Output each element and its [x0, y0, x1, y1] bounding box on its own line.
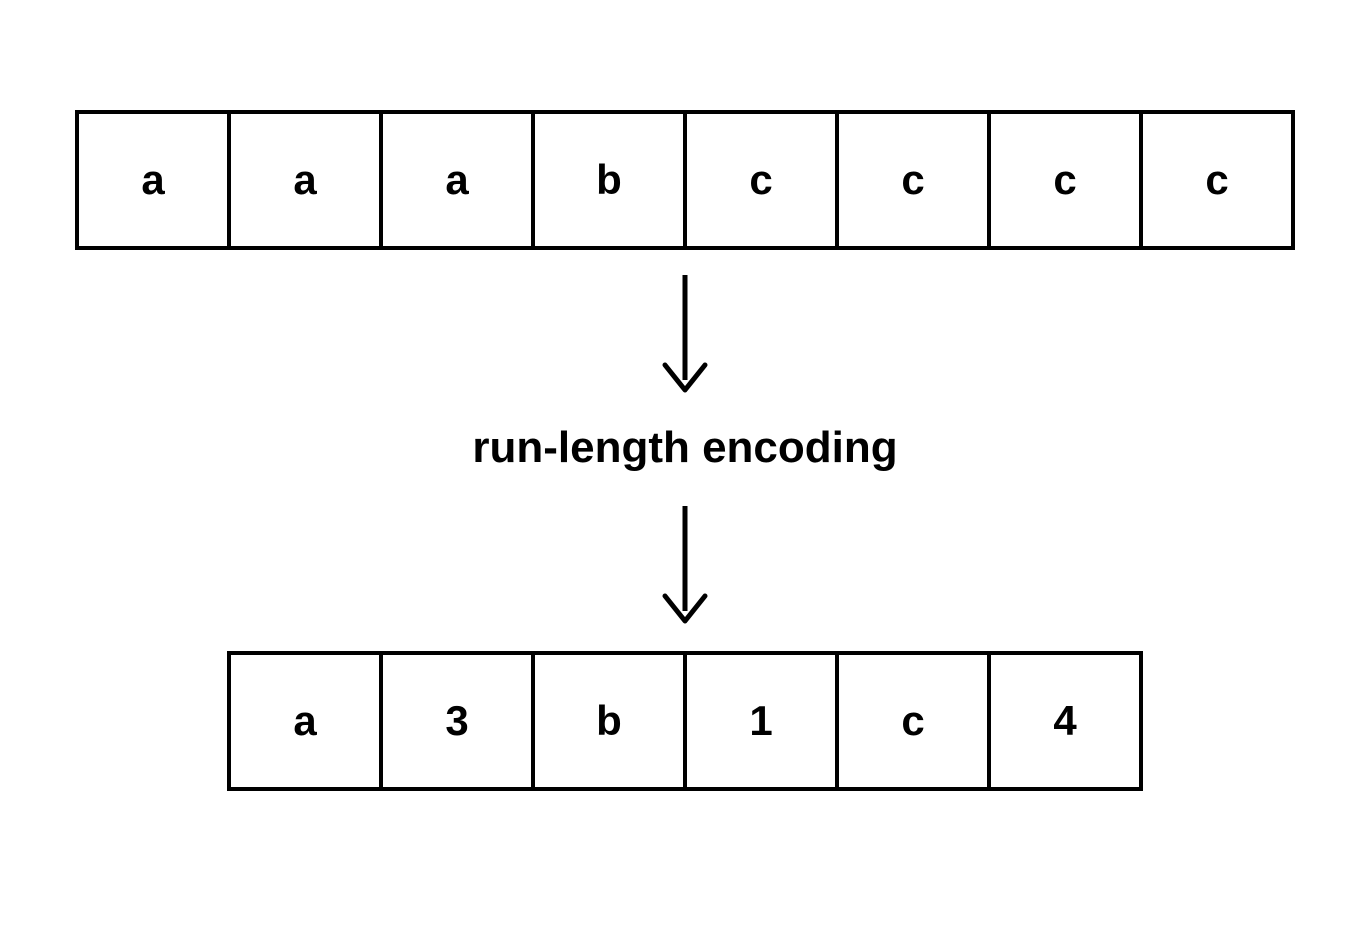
output-row: a 3 b 1 c 4 [227, 651, 1143, 791]
output-cell: 1 [683, 651, 839, 791]
input-cell: b [531, 110, 687, 250]
down-arrow-icon [655, 501, 715, 631]
output-cell: a [227, 651, 383, 791]
input-cell: c [683, 110, 839, 250]
down-arrow-icon [655, 270, 715, 400]
input-cell: c [835, 110, 991, 250]
output-cell: c [835, 651, 991, 791]
arrow-bottom-container [655, 501, 715, 631]
encoding-label: run-length encoding [472, 423, 897, 473]
input-cell: a [75, 110, 231, 250]
output-cell: b [531, 651, 687, 791]
input-row: a a a b c c c c [75, 110, 1295, 250]
arrow-top-container [655, 270, 715, 400]
output-cell: 3 [379, 651, 535, 791]
input-cell: c [987, 110, 1143, 250]
output-cell: 4 [987, 651, 1143, 791]
input-cell: c [1139, 110, 1295, 250]
input-cell: a [227, 110, 383, 250]
input-cell: a [379, 110, 535, 250]
